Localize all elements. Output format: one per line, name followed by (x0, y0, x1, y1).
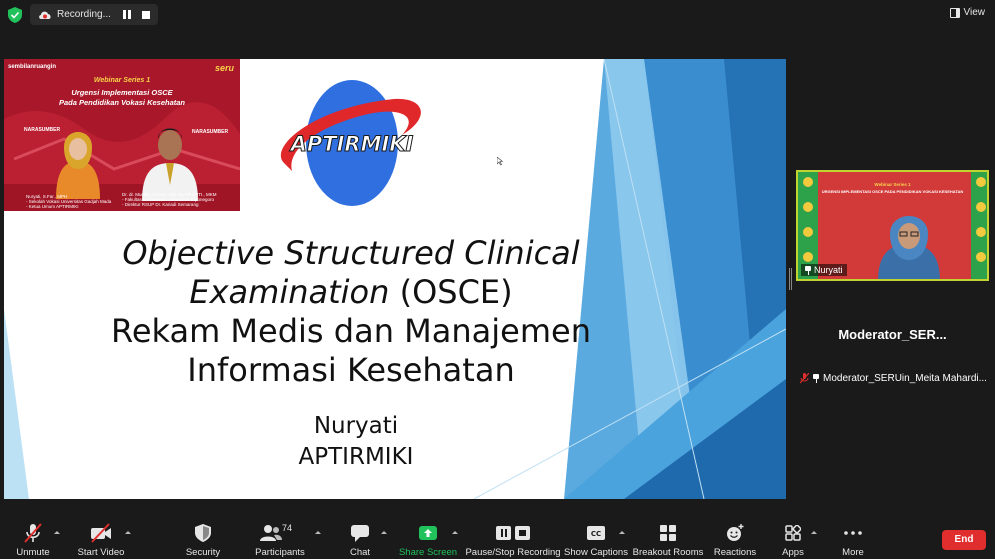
shared-screen-slide: sembilanruangin seru Webinar Series 1 Ur… (4, 59, 786, 499)
pin-icon (813, 374, 819, 383)
participant-count: 74 (282, 523, 293, 533)
cloud-recording-icon (39, 11, 51, 19)
more-button[interactable]: More (808, 523, 898, 558)
banner-series: Webinar Series 1 (93, 77, 151, 84)
participant-video-person (878, 216, 940, 279)
unmute-label: Unmute (16, 547, 50, 558)
breakout-rooms-icon (660, 523, 676, 543)
moderator-display-name: Moderator_SER... (838, 327, 947, 342)
aptirmiki-logo: APTIRMIKI (280, 80, 421, 206)
reactions-smiley-icon (726, 523, 744, 543)
slide-title: Objective Structured Clinical Examinatio… (4, 234, 698, 390)
video-tile-namebar: Nuryati (801, 264, 847, 276)
title-line-3: Rekam Medis dan Manajemen (111, 312, 591, 350)
meeting-topbar: Recording... View (0, 0, 995, 30)
participants-label: Participants (255, 547, 305, 558)
stop-recording-icon[interactable] (142, 10, 150, 19)
speaker2-photo (142, 128, 198, 201)
muted-mic-icon (23, 523, 43, 543)
share-screen-label: Share Screen (398, 547, 458, 558)
share-screen-button[interactable]: Share Screen (383, 523, 473, 558)
security-shield-icon[interactable] (8, 7, 22, 23)
speaker1-caption-line: - Ketua Umum APTIRMIKI (26, 204, 79, 209)
chat-label: Chat (349, 547, 371, 558)
view-label: View (963, 7, 986, 18)
presenter-name: Nuryati (313, 413, 399, 439)
title-line-1: Objective Structured Clinical (122, 234, 580, 272)
speaker1-photo (56, 132, 100, 199)
chat-bubble-icon (351, 523, 369, 543)
participant-name: Nuryati (814, 265, 843, 275)
more-label: More (842, 547, 864, 558)
recording-label: Recording... (57, 9, 111, 20)
title-line-2-italic: Examination (189, 273, 390, 311)
share-screen-icon (419, 523, 437, 543)
recording-indicator: Recording... (30, 4, 158, 25)
video-bg-header: Webinar Series 1 (874, 182, 911, 187)
title-line-2-plain: (OSCE) (389, 273, 513, 311)
svg-text:CC: CC (591, 530, 601, 538)
speaker2-caption-line: - Direktur RSUP Dr. Kariadi Semarang (122, 202, 199, 207)
banner-logo: seru (214, 63, 234, 73)
participants-icon: 74 (260, 523, 300, 543)
video-off-icon (90, 523, 112, 543)
moderator-namebar: Moderator_SERUin_Meita Mahardi... (800, 373, 987, 384)
panel-resize-handle[interactable] (789, 268, 792, 290)
security-shield-icon (195, 523, 211, 543)
title-line-4: Informasi Kesehatan (187, 351, 515, 389)
video-bg-subheader: URGENSI IMPLEMENTASI OSCE PADA PENDIDIKA… (821, 189, 964, 194)
pause-recording-icon[interactable] (122, 9, 132, 20)
presenter-org: APTIRMIKI (298, 444, 414, 470)
participant-video-tile[interactable]: Webinar Series 1 URGENSI IMPLEMENTASI OS… (796, 170, 989, 281)
speaker2-caption: Dr. dr. Muchlis Achsan Udji, Sp.PD.KPTI.… (122, 192, 240, 207)
more-ellipsis-icon (844, 523, 862, 543)
start-video-button[interactable]: Start Video (56, 523, 146, 558)
show-captions-label: Show Captions (564, 547, 628, 558)
pin-icon (805, 265, 811, 275)
moderator-full-name: Moderator_SERUin_Meita Mahardi... (823, 373, 987, 384)
end-meeting-button[interactable]: End (942, 530, 986, 550)
captions-cc-icon: CC (587, 523, 605, 543)
pause-stop-icon (496, 523, 530, 543)
security-label: Security (185, 547, 221, 558)
start-video-label: Start Video (77, 547, 125, 558)
title-line-2: Examination (OSCE) (4, 273, 698, 312)
banner-title-line2: Pada Pendidikan Vokasi Kesehatan (58, 98, 186, 107)
banner-brand: sembilanruangin (8, 64, 57, 70)
speaker1-caption: Nuryati, S.Far., MPH - Sekolah Vokasi Un… (26, 194, 111, 209)
pause-stop-recording-button[interactable]: Pause/Stop Recording (465, 523, 561, 558)
muted-mic-icon (800, 373, 809, 384)
pause-stop-recording-label: Pause/Stop Recording (465, 547, 561, 558)
view-button[interactable]: View (949, 7, 986, 18)
participants-button[interactable]: 74 Participants (235, 523, 325, 558)
video-options-caret[interactable] (125, 529, 131, 535)
share-options-caret[interactable] (452, 529, 458, 535)
slide-presenter: Nuryati APTIRMIKI (4, 411, 708, 473)
apps-label: Apps (782, 547, 804, 558)
mouse-cursor-icon (497, 157, 503, 166)
apps-icon (785, 523, 801, 543)
logo-text: APTIRMIKI (289, 132, 414, 156)
webinar-banner: sembilanruangin seru Webinar Series 1 Ur… (4, 59, 240, 211)
view-icon (949, 7, 960, 18)
meeting-toolbar: Unmute Start Video Security 74 Participa… (0, 517, 995, 559)
moderator-video-tile[interactable]: Moderator_SER... Moderator_SERUin_Meita … (796, 289, 989, 389)
banner-title-line1: Urgensi Implementasi OSCE (71, 88, 173, 97)
